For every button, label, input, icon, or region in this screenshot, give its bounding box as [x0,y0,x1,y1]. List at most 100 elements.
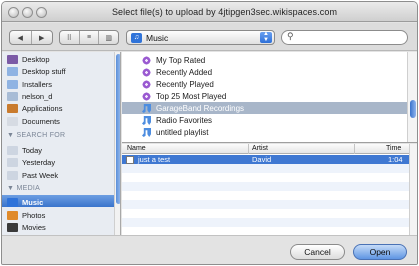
empty-row [122,182,411,191]
smart-playlist-icon [142,56,151,65]
track-name: just a test [138,155,171,164]
playlist-icon [142,128,151,137]
playlist-item[interactable]: Top 25 Most Played [142,91,226,102]
location-popup[interactable]: ♫ Music ▲ ▼ [126,30,275,45]
empty-row [122,173,411,182]
track-time: 1:04 [388,155,403,164]
empty-row [122,209,411,218]
playlist-item[interactable]: My Top Rated [142,55,205,66]
playlist-item[interactable]: Recently Played [142,79,214,90]
documents-icon [7,116,18,126]
smart-playlist-icon [142,92,151,101]
applications-icon [7,103,18,113]
smart-playlist-icon [142,80,151,89]
movies-icon [7,222,18,232]
sidebar-item-label: Installers [22,79,53,89]
sidebar-item-label: Desktop stuff [22,66,66,76]
sidebar-scrollbar[interactable] [114,52,120,235]
playlist-label: GarageBand Recordings [156,104,245,113]
cancel-button[interactable]: Cancel [290,244,345,260]
toolbar: ◀ ▶ ⠿ ≡ ▥ ♫ Music ▲ ▼ ⚲ [2,23,417,51]
empty-row [122,164,411,173]
sidebar-item-label: Applications [22,103,63,113]
dialog-footer: Cancel Open [2,235,417,264]
sidebar-item-yesterday[interactable]: Yesterday [7,156,55,168]
view-mode-control: ⠿ ≡ ▥ [59,30,119,45]
track-artist: David [252,155,272,164]
empty-row [122,191,411,200]
sidebar-item-label: Yesterday [22,157,56,167]
sidebar-item-label: Music [22,197,44,207]
window-title: Select file(s) to upload by 4jtipgen3sec… [111,7,338,17]
back-forward-control: ◀ ▶ [9,30,53,45]
folder-icon [7,79,18,89]
location-label: Music [146,32,169,43]
forward-button[interactable]: ▶ [32,31,53,44]
sidebar-item-desktop[interactable]: Desktop [7,53,50,65]
sidebar-item-nelson-d[interactable]: nelson_d [7,90,52,102]
sidebar-item-applications[interactable]: Applications [7,102,62,114]
zoom-window-button[interactable] [36,7,47,18]
table-header: Name Artist Time [122,144,411,154]
sidebar-item-label: Photos [22,210,46,220]
search-field[interactable]: ⚲ [281,30,408,45]
playlist-label: Recently Added [156,68,213,77]
playlist-item[interactable]: GarageBand Recordings [142,103,244,114]
sidebar-item-label: Desktop [22,54,50,64]
open-button[interactable]: Open [353,244,407,260]
column-view-button[interactable]: ▥ [99,31,118,44]
playlist-browser: My Top Rated Recently Added Recently Playe… [122,52,417,143]
empty-row [122,200,411,209]
playlist-item[interactable]: Radio Favorites [142,115,212,126]
icon-view-button[interactable]: ⠿ [60,31,80,44]
photos-icon [7,210,18,220]
playlist-scroll-thumb[interactable] [410,100,416,118]
playlist-item[interactable]: Recently Added [142,67,212,78]
playlist-label: My Top Rated [156,56,206,65]
sidebar-item-documents[interactable]: Documents [7,115,60,127]
playlist-item[interactable]: untitled playlist [142,127,208,138]
music-folder-icon: ♫ [131,32,142,43]
list-view-button[interactable]: ≡ [80,31,100,44]
sidebar-item-today[interactable]: Today [7,144,42,156]
desktop-icon [7,54,18,64]
clock-icon [7,170,18,180]
sidebar-item-movies[interactable]: Movies [7,221,46,233]
sidebar: Desktop Desktop stuff Installers nelson_d Ap… [2,52,121,235]
sidebar-item-desktop-stuff[interactable]: Desktop stuff [7,65,66,77]
sidebar-item-past-week[interactable]: Past Week [7,169,58,181]
track-table: Name Artist Time just a test David 1:04 [122,144,417,235]
file-upload-dialog: Select file(s) to upload by 4jtipgen3sec… [1,1,418,265]
playlist-label: Top 25 Most Played [156,92,227,101]
table-scrollbar[interactable] [409,144,417,235]
back-button[interactable]: ◀ [10,31,32,44]
popup-arrows-icon: ▲ ▼ [260,31,272,43]
playlist-icon [142,116,151,125]
playlist-label: Recently Played [156,80,214,89]
playlist-label: untitled playlist [156,128,209,137]
playlist-label: Radio Favorites [156,116,213,125]
folder-icon [7,66,18,76]
playlist-icon [142,104,151,113]
sidebar-item-music[interactable]: Music [7,196,43,208]
minimize-window-button[interactable] [22,7,33,18]
table-row[interactable]: just a test David 1:04 [122,155,411,164]
empty-row [122,227,411,235]
sidebar-item-installers[interactable]: Installers [7,78,52,90]
search-icon: ⚲ [287,31,294,41]
column-header-name[interactable]: Name [127,145,146,152]
sidebar-item-label: Movies [22,222,46,232]
search-for-heading[interactable]: ▼ SEARCH FOR [7,132,65,139]
close-window-button[interactable] [8,7,19,18]
media-heading[interactable]: ▼ MEDIA [7,185,40,192]
column-header-artist[interactable]: Artist [252,145,268,152]
sidebar-item-photos[interactable]: Photos [7,209,45,221]
sidebar-item-label: Documents [22,116,60,126]
sidebar-item-label: Today [22,145,43,155]
column-header-time[interactable]: Time [386,145,401,152]
sidebar-scroll-thumb[interactable] [116,54,120,204]
playlist-scrollbar[interactable] [407,52,417,142]
sidebar-item-label: Past Week [22,170,59,180]
home-icon [7,91,18,101]
title-bar: Select file(s) to upload by 4jtipgen3sec… [2,2,417,22]
